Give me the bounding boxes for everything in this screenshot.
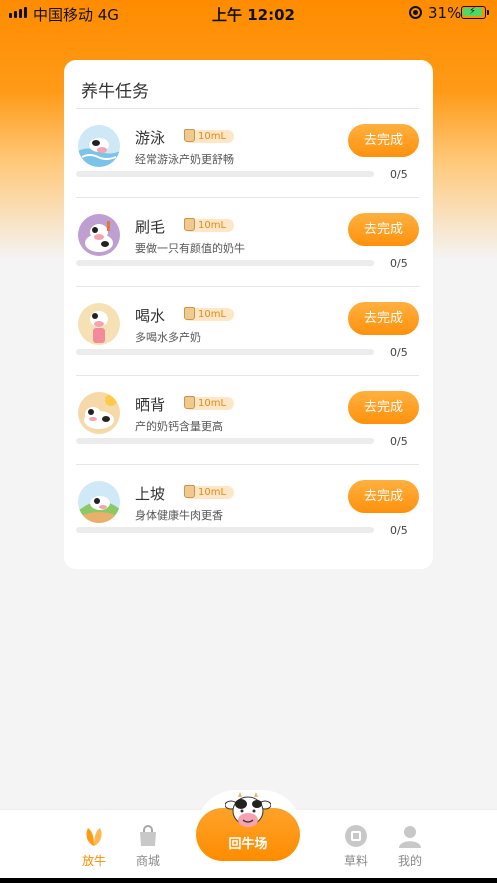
drinking-cow-icon [78, 303, 120, 345]
progress-bar [76, 349, 374, 355]
complete-button[interactable]: 去完成 [348, 480, 419, 513]
task-item-drink: 喝水 10mL 多喝水多产奶 去完成 0/5 [76, 287, 421, 376]
reward-badge: 10mL [184, 129, 235, 143]
progress-count: 0/5 [390, 435, 408, 448]
progress-bar [76, 260, 374, 266]
milk-cup-icon [184, 485, 195, 498]
swimming-cow-icon [78, 125, 120, 167]
leaf-icon [82, 824, 106, 848]
milk-cup-icon [184, 218, 195, 231]
complete-button[interactable]: 去完成 [348, 124, 419, 157]
complete-button[interactable]: 去完成 [348, 391, 419, 424]
task-item-brush: 刷毛 10mL 要做一只有颜值的奶牛 去完成 0/5 [76, 198, 421, 287]
reward-badge: 10mL [184, 218, 235, 232]
milk-cup-icon [184, 307, 195, 320]
milk-cup-icon [184, 129, 195, 142]
brushing-cow-icon [78, 214, 120, 256]
reward-badge: 10mL [184, 485, 235, 499]
tab-label: 草料 [343, 854, 368, 868]
task-name: 上坡 [135, 485, 166, 503]
shopping-bag-icon [136, 824, 160, 848]
battery-icon: ⚡ [461, 6, 489, 19]
progress-count: 0/5 [390, 168, 408, 181]
task-name: 晒背 [135, 396, 166, 414]
grass-feed-icon [344, 824, 368, 848]
tab-feed[interactable]: 草料 [336, 824, 376, 869]
progress-bar [76, 171, 374, 177]
tab-graze[interactable]: 放牛 [74, 824, 114, 869]
task-item-swim: 游泳 10mL 经常游泳产奶更舒畅 去完成 0/5 [76, 109, 421, 198]
card-title: 养牛任务 [81, 82, 149, 102]
home-indicator [0, 878, 497, 883]
battery-percent: 31% [428, 4, 462, 22]
task-description: 经常游泳产奶更舒畅 [135, 153, 234, 166]
complete-button[interactable]: 去完成 [348, 302, 419, 335]
tab-shop[interactable]: 商城 [128, 824, 168, 869]
tab-label: 放牛 [81, 854, 106, 868]
task-item-sunbathe: 晒背 10mL 产的奶钙含量更高 去完成 0/5 [76, 376, 421, 465]
task-description: 要做一只有颜值的奶牛 [135, 242, 245, 255]
progress-bar [76, 438, 374, 444]
carrier-label: 中国移动 4G [33, 6, 119, 24]
hill-cow-icon [78, 481, 120, 523]
cow-head-icon [224, 792, 272, 834]
task-card: 养牛任务 游泳 10mL 经常游泳产奶更舒畅 去完成 0/5 刷毛 10mL 要… [64, 60, 433, 569]
complete-button[interactable]: 去完成 [348, 213, 419, 246]
tab-mine[interactable]: 我的 [390, 824, 430, 869]
task-name: 游泳 [135, 129, 166, 147]
reward-badge: 10mL [184, 307, 235, 321]
status-bar: 中国移动 4G 上午 12:02 31% ⚡ [0, 0, 497, 26]
task-name: 喝水 [135, 307, 166, 325]
status-time: 上午 12:02 [212, 6, 295, 24]
tab-label: 商城 [135, 854, 160, 868]
progress-count: 0/5 [390, 346, 408, 359]
milk-cup-icon [184, 396, 195, 409]
progress-count: 0/5 [390, 257, 408, 270]
reward-badge: 10mL [184, 396, 235, 410]
task-name: 刷毛 [135, 218, 166, 236]
task-item-hill: 上坡 10mL 身体健康牛肉更香 去完成 0/5 [76, 465, 421, 554]
user-icon [398, 824, 422, 848]
sunbathing-cow-icon [78, 392, 120, 434]
tab-label: 我的 [397, 854, 422, 868]
orientation-lock-icon [409, 6, 422, 19]
signal-icon [9, 7, 27, 18]
task-description: 产的奶钙含量更高 [135, 420, 223, 433]
task-description: 多喝水多产奶 [135, 331, 201, 344]
center-button-label: 回牛场 [228, 837, 268, 852]
task-description: 身体健康牛肉更香 [135, 509, 223, 522]
progress-count: 0/5 [390, 524, 408, 537]
progress-bar [76, 527, 374, 533]
